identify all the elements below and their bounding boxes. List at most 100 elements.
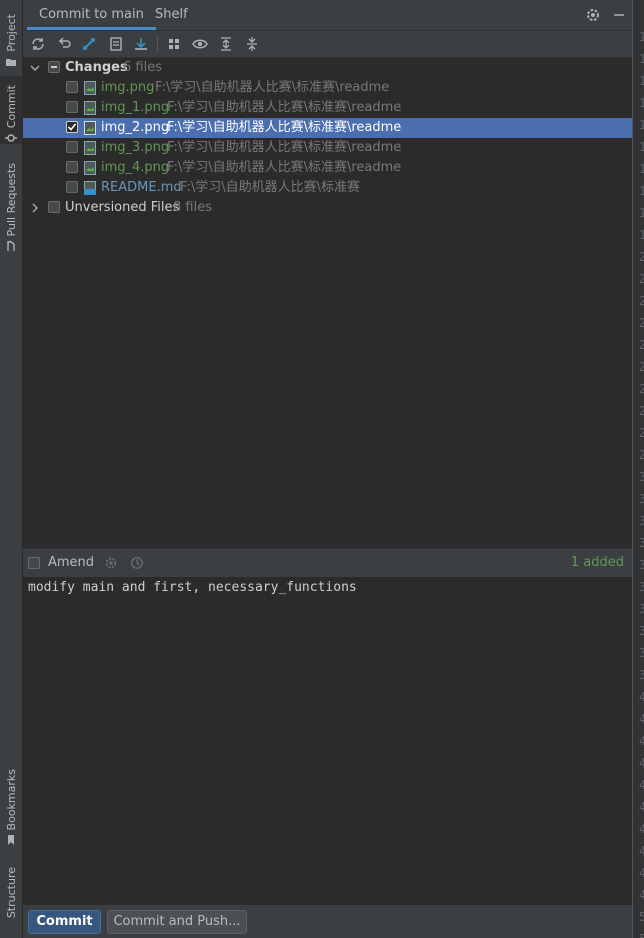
unversioned-count: 8 files: [173, 200, 212, 215]
commit-tool-tab[interactable]: Commit: [0, 76, 22, 144]
markdown-file-icon: [84, 181, 96, 195]
amend-label[interactable]: Amend: [48, 555, 94, 570]
line-number: 3: [639, 580, 644, 594]
line-number: 3: [639, 492, 644, 506]
commit-tab-label: Commit: [4, 84, 18, 128]
file-row[interactable]: img_1.png F:\学习\自助机器人比赛\标准赛\readme: [23, 98, 632, 118]
line-number: 1: [639, 52, 644, 66]
commit-message-text[interactable]: modify main and first, necessary_functio…: [28, 580, 357, 595]
file-row[interactable]: README.md F:\学习\自助机器人比赛\标准赛: [23, 178, 632, 198]
unversioned-group-checkbox[interactable]: [48, 201, 60, 213]
changes-group-row[interactable]: Changes 6 files: [23, 58, 632, 78]
line-number: 1: [639, 30, 644, 44]
changelist-icon: [110, 37, 122, 51]
refresh-icon: [32, 38, 44, 50]
line-number: 4: [639, 734, 644, 748]
group-by-button[interactable]: [165, 35, 183, 53]
group-by-icon: [169, 39, 179, 49]
collapse-all-icon: [247, 37, 257, 51]
line-number: 1: [639, 74, 644, 88]
line-number: 4: [639, 866, 644, 880]
image-file-icon: [84, 121, 96, 135]
changes-group-label: Changes: [65, 60, 128, 75]
line-number: 2: [639, 426, 644, 440]
structure-tab-label: Structure: [4, 866, 18, 918]
file-path: F:\学习\自助机器人比赛\标准赛\readme: [167, 100, 402, 115]
update-button[interactable]: [132, 35, 150, 53]
line-number: 4: [639, 800, 644, 814]
changes-group-checkbox[interactable]: [48, 61, 60, 73]
expand-all-button[interactable]: [217, 35, 235, 53]
image-file-icon: [84, 161, 96, 175]
rollback-button[interactable]: [55, 35, 73, 53]
line-number: 2: [639, 382, 644, 396]
project-tool-tab[interactable]: Project: [0, 6, 22, 68]
pull-requests-tool-tab[interactable]: Pull Requests: [0, 156, 22, 252]
line-number: 2: [639, 250, 644, 264]
file-checkbox[interactable]: [66, 141, 78, 153]
editor-gutter: 1 1 1 1 1 1 1 1 1 1 2 2 2 2 2 2 2 2 2 2 3 3 3 3 3 3 3 3 3 3 4 4 4 4 4 4 4 4 4 4…: [632, 0, 644, 938]
line-number: 1: [639, 184, 644, 198]
file-name: img_3.png: [101, 140, 170, 155]
structure-tool-tab[interactable]: Structure: [0, 858, 22, 918]
file-row[interactable]: img.png F:\学习\自助机器人比赛\标准赛\readme: [23, 78, 632, 98]
commit-panel-header: Commit to main Shelf: [23, 0, 632, 31]
line-number: 3: [639, 668, 644, 682]
collapse-all-button[interactable]: [243, 35, 261, 53]
line-number: 1: [639, 162, 644, 176]
line-number: 3: [639, 602, 644, 616]
chevron-down-icon[interactable]: [29, 62, 41, 74]
bookmarks-tool-tab[interactable]: Bookmarks: [0, 760, 22, 846]
image-file-icon: [84, 81, 96, 95]
expand-all-icon: [221, 37, 231, 51]
file-row[interactable]: img_4.png F:\学习\自助机器人比赛\标准赛\readme: [23, 158, 632, 178]
file-row-selected[interactable]: img_2.png F:\学习\自助机器人比赛\标准赛\readme: [23, 118, 632, 138]
file-name: img_2.png: [101, 120, 170, 135]
line-number: 4: [639, 712, 644, 726]
file-checkbox-checked[interactable]: [66, 121, 78, 133]
line-number: 3: [639, 646, 644, 660]
commit-button[interactable]: Commit: [28, 910, 101, 934]
file-checkbox[interactable]: [66, 161, 78, 173]
view-options-button[interactable]: [191, 35, 209, 53]
line-number: 4: [639, 690, 644, 704]
image-file-icon: [84, 141, 96, 155]
gear-icon[interactable]: [585, 7, 601, 23]
commit-and-push-button[interactable]: Commit and Push...: [107, 910, 247, 934]
checkmark-icon: [67, 123, 77, 131]
file-path: F:\学习\自助机器人比赛\标准赛: [180, 180, 360, 195]
gear-icon[interactable]: [104, 556, 118, 570]
commit-message-editor[interactable]: modify main and first, necessary_functio…: [23, 577, 632, 905]
changes-tree: Changes 6 files img.png F:\学习\自助机器人比赛\标准…: [23, 58, 632, 545]
line-number: 1: [639, 228, 644, 242]
download-icon: [135, 38, 147, 50]
tool-window-stripe: Project Commit Pull Requests Bookmarks S…: [0, 0, 23, 938]
refresh-button[interactable]: [29, 35, 47, 53]
file-checkbox[interactable]: [66, 181, 78, 193]
line-number: 2: [639, 404, 644, 418]
file-checkbox[interactable]: [66, 101, 78, 113]
line-number: 1: [639, 206, 644, 220]
eye-icon: [192, 39, 208, 49]
line-number: 4: [639, 756, 644, 770]
diff-button[interactable]: [80, 35, 98, 53]
clock-icon[interactable]: [130, 556, 144, 570]
changes-count: 6 files: [123, 60, 162, 75]
line-number: 3: [639, 558, 644, 572]
added-status: 1 added: [570, 555, 624, 570]
rollback-icon: [58, 37, 71, 48]
tab-commit-to-main[interactable]: Commit to main: [27, 0, 156, 30]
line-number: 4: [639, 888, 644, 902]
file-checkbox[interactable]: [66, 81, 78, 93]
file-row[interactable]: img_3.png F:\学习\自助机器人比赛\标准赛\readme: [23, 138, 632, 158]
changelist-button[interactable]: [107, 35, 125, 53]
line-number: 2: [639, 360, 644, 374]
file-path: F:\学习\自助机器人比赛\标准赛\readme: [167, 140, 402, 155]
chevron-right-icon[interactable]: [29, 202, 41, 214]
minimize-icon[interactable]: [611, 7, 627, 23]
commit-toolbar: [23, 31, 632, 58]
tab-shelf[interactable]: Shelf: [143, 0, 200, 30]
line-number: 1: [639, 96, 644, 110]
amend-checkbox[interactable]: [28, 557, 40, 569]
unversioned-group-row[interactable]: Unversioned Files 8 files: [23, 198, 632, 218]
